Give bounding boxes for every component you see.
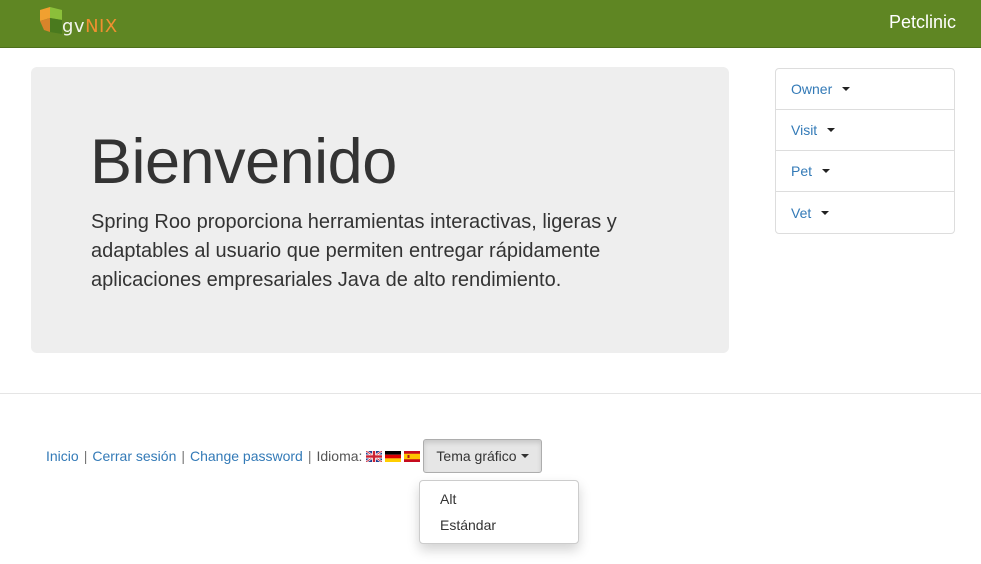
menu-item-visit[interactable]: Visit <box>776 110 954 151</box>
logout-link[interactable]: Cerrar sesión <box>92 448 176 464</box>
logo-text-gv: gv <box>62 16 86 37</box>
caret-down-icon <box>827 128 836 132</box>
welcome-text: Spring Roo proporciona herramientas inte… <box>91 211 617 291</box>
separator: | <box>83 448 88 464</box>
menu-item-label: Pet <box>791 163 813 179</box>
footer-bar: Inicio | Cerrar sesión | Change password… <box>46 439 542 473</box>
app-brand[interactable]: Petclinic <box>889 12 956 33</box>
home-link[interactable]: Inicio <box>46 448 79 464</box>
logo-text-nix: NIX <box>85 16 118 37</box>
welcome-title: Bienvenido <box>90 127 397 197</box>
separator: | <box>181 448 185 464</box>
menu-item-pet[interactable]: Pet <box>776 151 954 192</box>
caret-down-icon <box>520 454 529 458</box>
spanish-flag-icon[interactable] <box>404 450 421 462</box>
theme-option-estandar[interactable]: Estándar <box>420 512 578 538</box>
menu-item-label: Visit <box>791 122 818 138</box>
theme-dropdown-menu: Alt Estándar <box>419 480 579 544</box>
change-password-link[interactable]: Change password <box>190 448 303 464</box>
theme-button-label: Tema gráfico <box>436 448 517 464</box>
gvnix-logo[interactable]: gvNIX <box>36 6 136 38</box>
entity-menu: Owner Visit Pet Vet <box>775 68 955 234</box>
menu-item-label: Vet <box>791 204 812 221</box>
language-label: Idioma: <box>316 448 363 464</box>
caret-down-icon <box>821 210 830 215</box>
caret-down-icon <box>822 169 831 173</box>
welcome-jumbotron: Bienvenido Spring Roo proporciona herram… <box>31 67 729 353</box>
separator: | <box>307 448 312 464</box>
logo-text: gvNIX <box>62 16 118 37</box>
top-navbar: gvNIX Petclinic <box>0 0 981 48</box>
menu-item-owner[interactable]: Owner <box>776 69 954 110</box>
menu-item-vet[interactable]: Vet <box>776 192 954 233</box>
uk-flag-icon[interactable] <box>366 450 383 462</box>
german-flag-icon[interactable] <box>385 450 402 462</box>
menu-item-label: Owner <box>791 81 833 97</box>
theme-dropdown-button[interactable]: Tema gráfico <box>423 439 542 473</box>
theme-option-alt[interactable]: Alt <box>420 486 578 512</box>
footer-divider <box>0 393 981 394</box>
caret-down-icon <box>842 87 851 91</box>
